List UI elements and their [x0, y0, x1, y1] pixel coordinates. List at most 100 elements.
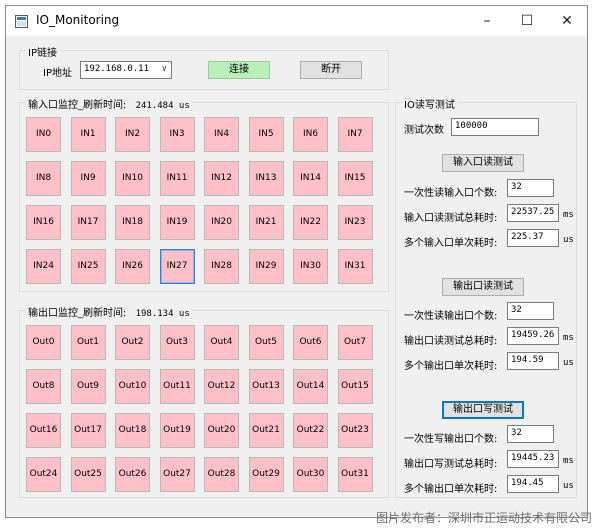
output-cell-20[interactable]: Out20 — [204, 413, 239, 448]
output-cell-28[interactable]: Out28 — [204, 457, 239, 492]
output-cell-14[interactable]: Out14 — [293, 369, 328, 404]
input-cell-17[interactable]: IN17 — [70, 205, 106, 240]
output-cell-27[interactable]: Out27 — [159, 457, 195, 492]
output-cell-17[interactable]: Out17 — [70, 413, 106, 448]
output-read-single-field[interactable]: 194.59 — [507, 352, 559, 370]
input-read-total-field[interactable]: 22537.25 — [507, 204, 559, 222]
input-cell-9[interactable]: IN9 — [70, 161, 106, 196]
output-cell-10[interactable]: Out10 — [115, 369, 150, 404]
input-cell-29[interactable]: IN29 — [248, 249, 284, 284]
input-cell-14[interactable]: IN14 — [293, 161, 328, 196]
input-cell-20[interactable]: IN20 — [204, 205, 239, 240]
output-read-total-label: 输出口读测试总耗时: — [404, 336, 498, 347]
title-bar[interactable]: IO_Monitoring – ☐ ✕ — [6, 6, 587, 36]
app-window: IO_Monitoring – ☐ ✕ IP链接 IP地址 192.168.0.… — [5, 5, 588, 518]
output-read-count-field[interactable]: 32 — [507, 302, 554, 320]
output-cell-31[interactable]: Out31 — [337, 457, 373, 492]
input-read-single-unit: us — [563, 235, 574, 245]
output-cell-29[interactable]: Out29 — [248, 457, 284, 492]
output-read-total-field[interactable]: 19459.26 — [507, 327, 559, 345]
output-cell-4[interactable]: Out4 — [204, 325, 239, 360]
output-monitor-title-text: 输出口监控_刷新时间: — [28, 308, 127, 319]
input-cell-8[interactable]: IN8 — [26, 161, 61, 196]
output-cell-15[interactable]: Out15 — [337, 369, 373, 404]
output-cell-21[interactable]: Out21 — [248, 413, 284, 448]
input-cell-16[interactable]: IN16 — [26, 205, 61, 240]
minimize-button[interactable]: – — [469, 6, 505, 36]
window-title: IO_Monitoring — [36, 13, 120, 27]
ip-address-value: 192.168.0.11 — [84, 64, 150, 74]
output-write-test-button[interactable]: 输出口写测试 — [442, 401, 524, 419]
input-read-count-field[interactable]: 32 — [507, 179, 554, 197]
input-cell-10[interactable]: IN10 — [115, 161, 150, 196]
input-cell-23[interactable]: IN23 — [337, 205, 373, 240]
input-cell-25[interactable]: IN25 — [70, 249, 106, 284]
input-read-test-button[interactable]: 输入口读测试 — [442, 154, 524, 172]
input-cell-30[interactable]: IN30 — [293, 249, 328, 284]
input-cell-6[interactable]: IN6 — [293, 117, 328, 152]
output-cell-6[interactable]: Out6 — [293, 325, 328, 360]
output-cell-16[interactable]: Out16 — [26, 413, 61, 448]
output-cell-30[interactable]: Out30 — [293, 457, 328, 492]
output-write-single-field[interactable]: 194.45 — [507, 475, 559, 493]
input-cell-19[interactable]: IN19 — [159, 205, 195, 240]
connect-button[interactable]: 连接 — [208, 61, 270, 79]
output-cell-7[interactable]: Out7 — [337, 325, 373, 360]
output-monitor-group: 输出口监控_刷新时间: 198.134 us Out0 Out1 Out2 Out3 O… — [19, 304, 389, 498]
output-cell-25[interactable]: Out25 — [70, 457, 106, 492]
output-read-count-label: 一次性读输出口个数: — [404, 311, 498, 322]
output-write-count-field[interactable]: 32 — [507, 425, 554, 443]
test-count-input[interactable]: 100000 — [451, 118, 539, 136]
output-cell-19[interactable]: Out19 — [159, 413, 195, 448]
input-cell-26[interactable]: IN26 — [115, 249, 150, 284]
output-read-test-button[interactable]: 输出口读测试 — [442, 278, 524, 296]
maximize-button[interactable]: ☐ — [509, 6, 545, 36]
input-monitor-title: 输入口监控_刷新时间: 241.484 us — [26, 96, 192, 111]
output-cell-13[interactable]: Out13 — [248, 369, 284, 404]
output-cell-24[interactable]: Out24 — [26, 457, 61, 492]
output-cell-2[interactable]: Out2 — [115, 325, 150, 360]
output-cell-1[interactable]: Out1 — [70, 325, 106, 360]
input-cell-4[interactable]: IN4 — [204, 117, 239, 152]
ip-address-combo[interactable]: 192.168.0.11 ∨ — [80, 61, 172, 79]
disconnect-button[interactable]: 断开 — [300, 61, 362, 79]
io-test-title: IO读写测试 — [402, 96, 457, 111]
input-cell-1[interactable]: IN1 — [70, 117, 106, 152]
input-cell-28[interactable]: IN28 — [204, 249, 239, 284]
input-read-count-label: 一次性读输入口个数: — [404, 188, 498, 199]
ip-address-label: IP地址 — [43, 68, 72, 79]
output-cell-5[interactable]: Out5 — [248, 325, 284, 360]
output-monitor-title: 输出口监控_刷新时间: 198.134 us — [26, 304, 192, 319]
output-cell-12[interactable]: Out12 — [204, 369, 239, 404]
input-cell-2[interactable]: IN2 — [115, 117, 150, 152]
output-read-total-unit: ms — [563, 333, 574, 343]
output-cell-0[interactable]: Out0 — [26, 325, 61, 360]
input-read-total-unit: ms — [563, 210, 574, 220]
output-cell-8[interactable]: Out8 — [26, 369, 61, 404]
input-cell-22[interactable]: IN22 — [293, 205, 328, 240]
output-cell-18[interactable]: Out18 — [115, 413, 150, 448]
output-cell-3[interactable]: Out3 — [159, 325, 195, 360]
input-cell-15[interactable]: IN15 — [337, 161, 373, 196]
input-cell-11[interactable]: IN11 — [159, 161, 195, 196]
output-cell-22[interactable]: Out22 — [293, 413, 328, 448]
input-cell-31[interactable]: IN31 — [337, 249, 373, 284]
input-cell-27[interactable]: IN27 — [159, 249, 195, 284]
output-write-total-field[interactable]: 19445.23 — [507, 450, 559, 468]
output-cell-26[interactable]: Out26 — [115, 457, 150, 492]
chevron-down-icon[interactable]: ∨ — [162, 64, 167, 74]
input-cell-3[interactable]: IN3 — [159, 117, 195, 152]
input-cell-12[interactable]: IN12 — [204, 161, 239, 196]
input-cell-18[interactable]: IN18 — [115, 205, 150, 240]
output-cell-23[interactable]: Out23 — [337, 413, 373, 448]
close-button[interactable]: ✕ — [549, 6, 585, 36]
input-cell-7[interactable]: IN7 — [337, 117, 373, 152]
input-cell-5[interactable]: IN5 — [248, 117, 284, 152]
input-read-single-field[interactable]: 225.37 — [507, 229, 559, 247]
input-cell-24[interactable]: IN24 — [26, 249, 61, 284]
input-cell-13[interactable]: IN13 — [248, 161, 284, 196]
output-cell-9[interactable]: Out9 — [70, 369, 106, 404]
output-cell-11[interactable]: Out11 — [159, 369, 195, 404]
input-cell-0[interactable]: IN0 — [26, 117, 61, 152]
input-cell-21[interactable]: IN21 — [248, 205, 284, 240]
